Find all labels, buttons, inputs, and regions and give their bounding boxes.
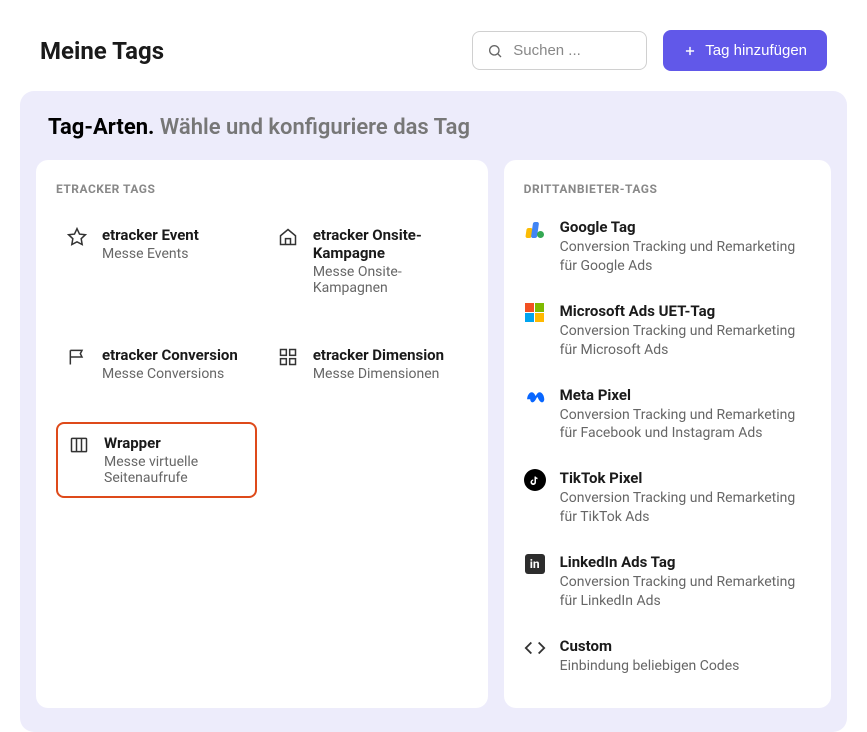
add-tag-label: Tag hinzufügen [705, 42, 807, 59]
panel-header: Tag-Arten. Wähle und konfiguriere das Ta… [20, 115, 847, 160]
tp-item-microsoft[interactable]: Microsoft Ads UET-Tag Conversion Trackin… [524, 300, 811, 362]
code-icon [524, 637, 546, 659]
tag-title: etracker Dimension [313, 346, 458, 364]
tp-text: Microsoft Ads UET-Tag Conversion Trackin… [560, 302, 811, 360]
etracker-grid: etracker Event Messe Events etracker Ons… [56, 216, 468, 498]
tp-desc: Conversion Tracking und Remarketing für … [560, 238, 811, 276]
main-panel: Tag-Arten. Wähle und konfiguriere das Ta… [20, 91, 847, 732]
tp-item-meta[interactable]: Meta Pixel Conversion Tracking und Remar… [524, 384, 811, 446]
add-tag-button[interactable]: Tag hinzufügen [663, 30, 827, 71]
search-icon [487, 43, 503, 59]
etracker-section-title: ETRACKER TAGS [56, 182, 468, 196]
tag-item-dimension[interactable]: etracker Dimension Messe Dimensionen [267, 336, 468, 392]
tp-text: Custom Einbindung beliebigen Codes [560, 637, 811, 676]
tag-desc: Messe Conversions [102, 366, 247, 382]
tp-desc: Conversion Tracking und Remarketing für … [560, 573, 811, 611]
search-input[interactable] [513, 42, 632, 59]
tag-title: Wrapper [104, 434, 245, 452]
tag-item-conversion[interactable]: etracker Conversion Messe Conversions [56, 336, 257, 392]
google-icon [524, 218, 546, 240]
tag-title: etracker Event [102, 226, 247, 244]
plus-icon [683, 44, 697, 58]
house-icon [277, 226, 299, 248]
star-icon [66, 226, 88, 248]
tag-desc: Messe virtuelle Seitenaufrufe [104, 454, 245, 486]
linkedin-icon: in [524, 553, 546, 575]
columns-icon [68, 434, 90, 456]
tp-text: Meta Pixel Conversion Tracking und Remar… [560, 386, 811, 444]
etracker-card: ETRACKER TAGS etracker Event Messe Event… [36, 160, 488, 708]
tp-title: Meta Pixel [560, 386, 811, 404]
tp-title: Microsoft Ads UET-Tag [560, 302, 811, 320]
tp-text: Google Tag Conversion Tracking und Remar… [560, 218, 811, 276]
thirdparty-section-title: DRITTANBIETER-TAGS [524, 182, 811, 196]
tag-text: etracker Dimension Messe Dimensionen [313, 346, 458, 382]
tp-title: Custom [560, 637, 811, 655]
tp-item-linkedin[interactable]: in LinkedIn Ads Tag Conversion Tracking … [524, 551, 811, 613]
tp-desc: Conversion Tracking und Remarketing für … [560, 322, 811, 360]
tag-item-onsite-kampagne[interactable]: etracker Onsite-Kampagne Messe Onsite-Ka… [267, 216, 468, 306]
page-header: Meine Tags Tag hinzufügen [0, 0, 867, 91]
thirdparty-card: DRITTANBIETER-TAGS Google Tag Conversion… [504, 160, 831, 708]
header-actions: Tag hinzufügen [472, 30, 827, 71]
flag-icon [66, 346, 88, 368]
tp-item-tiktok[interactable]: TikTok Pixel Conversion Tracking und Rem… [524, 467, 811, 529]
tag-text: etracker Onsite-Kampagne Messe Onsite-Ka… [313, 226, 458, 296]
thirdparty-list: Google Tag Conversion Tracking und Remar… [524, 216, 811, 678]
tp-desc: Conversion Tracking und Remarketing für … [560, 406, 811, 444]
tp-item-custom[interactable]: Custom Einbindung beliebigen Codes [524, 635, 811, 678]
panel-title-light: Wähle und konfiguriere das Tag [160, 115, 470, 140]
page-title: Meine Tags [40, 37, 164, 65]
microsoft-icon [524, 302, 546, 324]
tag-text: etracker Conversion Messe Conversions [102, 346, 247, 382]
tp-text: TikTok Pixel Conversion Tracking und Rem… [560, 469, 811, 527]
tag-item-wrapper[interactable]: Wrapper Messe virtuelle Seitenaufrufe [56, 422, 257, 498]
tp-text: LinkedIn Ads Tag Conversion Tracking und… [560, 553, 811, 611]
search-box[interactable] [472, 31, 647, 70]
tag-desc: Messe Dimensionen [313, 366, 458, 382]
tag-text: Wrapper Messe virtuelle Seitenaufrufe [104, 434, 245, 486]
tag-title: etracker Conversion [102, 346, 247, 364]
tp-title: Google Tag [560, 218, 811, 236]
grid-icon [277, 346, 299, 368]
tag-item-event[interactable]: etracker Event Messe Events [56, 216, 257, 306]
meta-icon [524, 386, 546, 408]
panel-title-strong: Tag-Arten. [48, 115, 154, 140]
tp-desc: Einbindung beliebigen Codes [560, 657, 811, 676]
tiktok-icon [524, 469, 546, 491]
tp-title: TikTok Pixel [560, 469, 811, 487]
columns: ETRACKER TAGS etracker Event Messe Event… [20, 160, 847, 708]
tag-desc: Messe Events [102, 246, 247, 262]
tag-text: etracker Event Messe Events [102, 226, 247, 262]
tp-title: LinkedIn Ads Tag [560, 553, 811, 571]
tag-title: etracker Onsite-Kampagne [313, 226, 458, 262]
tp-item-google[interactable]: Google Tag Conversion Tracking und Remar… [524, 216, 811, 278]
tag-desc: Messe Onsite-Kampagnen [313, 264, 458, 296]
tp-desc: Conversion Tracking und Remarketing für … [560, 489, 811, 527]
